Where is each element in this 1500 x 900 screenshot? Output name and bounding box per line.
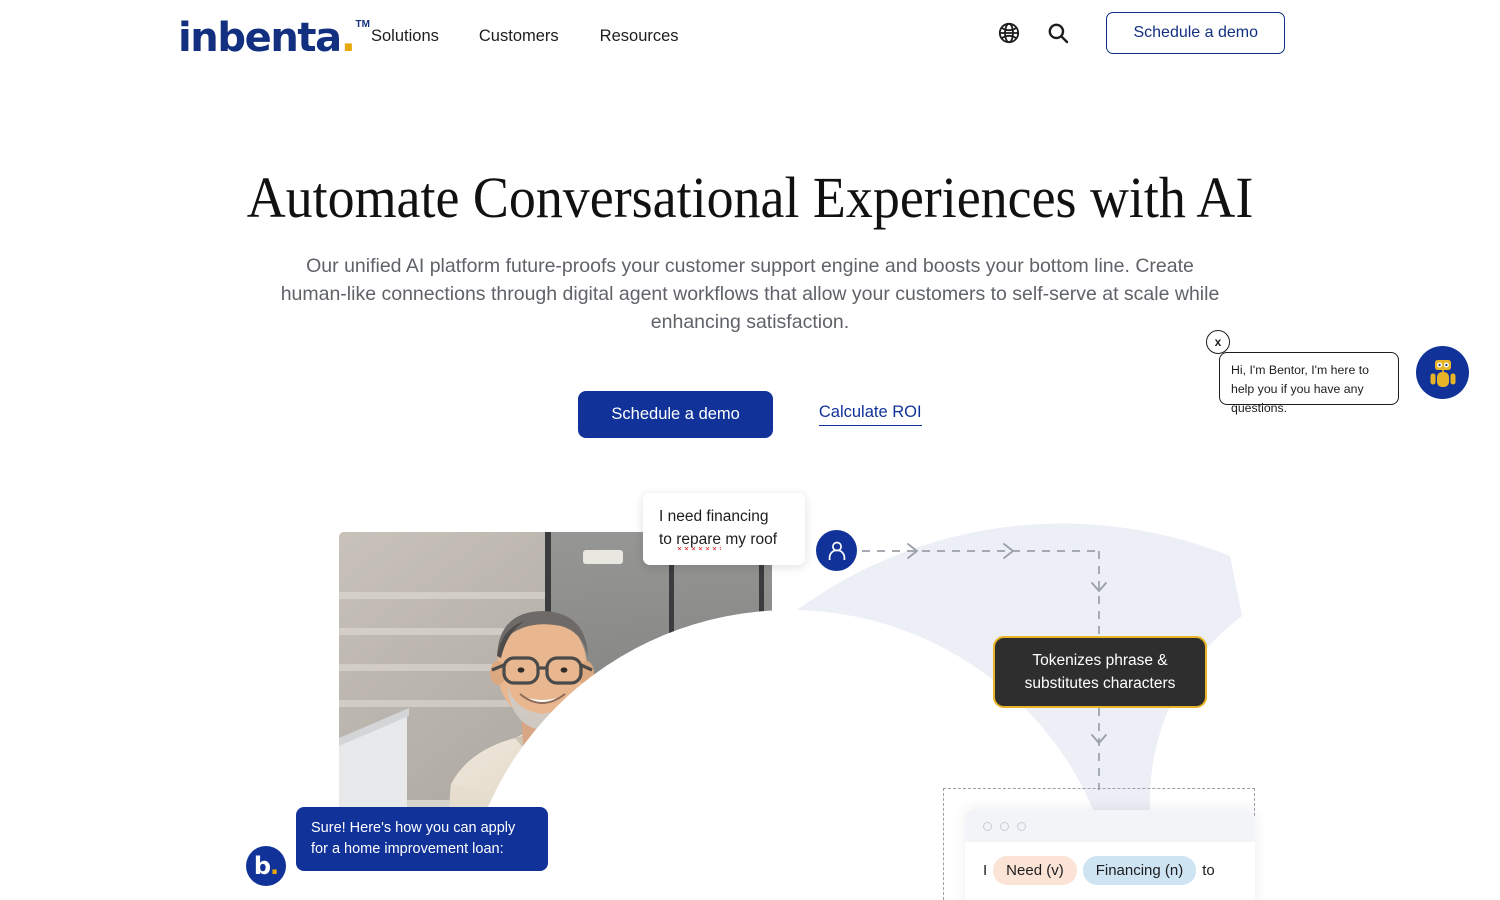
user-message-line-2: to repare my roof	[659, 528, 789, 551]
bot-message-bubble: Sure! Here's how you can apply for a hom…	[296, 807, 548, 871]
token-suffix: to	[1202, 862, 1215, 879]
token-prefix: I	[983, 862, 988, 879]
inbenta-logo[interactable]: inbenta. TM	[178, 18, 370, 58]
token-pill-verb: Need (v)	[993, 856, 1077, 885]
tokenizer-tooltip: Tokenizes phrase & substitutes character…	[993, 636, 1207, 708]
hero-illustration: I need financing to repare my roof Token…	[0, 470, 1500, 900]
misspelled-word: repare	[676, 531, 722, 548]
main-nav: Solutions Customers Resources	[371, 27, 679, 46]
globe-icon[interactable]	[997, 21, 1021, 45]
user-message-bubble: I need financing to repare my roof	[643, 493, 805, 565]
page-title: Automate Conversational Experiences with…	[246, 165, 1254, 230]
bot-avatar: b.	[246, 846, 286, 886]
header-actions: Schedule a demo	[997, 12, 1500, 54]
browser-dot-1	[983, 821, 992, 831]
search-icon[interactable]	[1047, 22, 1069, 44]
bot-avatar-dot: .	[270, 852, 279, 880]
page-root: inbenta. TM Solutions Customers Resource…	[0, 0, 1500, 900]
hero-subtitle: Our unified AI platform future-proofs yo…	[280, 255, 1220, 333]
site-header: inbenta. TM Solutions Customers Resource…	[0, 0, 1500, 73]
browser-titlebar	[965, 810, 1255, 842]
chat-widget-close-button[interactable]: x	[1206, 330, 1230, 354]
logo-dot: .	[340, 15, 356, 61]
user-avatar	[816, 530, 857, 571]
user-message-suffix: my roof	[721, 531, 778, 548]
user-message-prefix: to	[659, 531, 677, 548]
browser-mockup: I Need (v) Financing (n) to	[965, 810, 1255, 900]
nav-item-customers[interactable]: Customers	[479, 27, 559, 46]
arrow-chevron-2	[1003, 543, 1014, 559]
bot-avatar-letter: b	[253, 852, 271, 880]
hero-schedule-demo-button[interactable]: Schedule a demo	[578, 391, 773, 438]
user-message-line-1: I need financing	[659, 508, 769, 525]
token-row: I Need (v) Financing (n) to	[965, 842, 1255, 885]
token-pill-noun: Financing (n)	[1082, 856, 1197, 885]
calculate-roi-link[interactable]: Calculate ROI	[818, 403, 922, 426]
browser-dot-3	[1017, 821, 1026, 831]
nav-item-solutions[interactable]: Solutions	[371, 27, 439, 46]
browser-dot-2	[1000, 821, 1009, 831]
chat-widget-greeting: Hi, I'm Bentor, I'm here to help you if …	[1219, 352, 1399, 415]
logo-wordmark: inbenta.	[178, 15, 356, 61]
header-schedule-demo-button[interactable]: Schedule a demo	[1106, 12, 1285, 54]
robot-icon	[1430, 359, 1455, 387]
chat-widget-launcher[interactable]	[1416, 346, 1469, 399]
nav-item-resources[interactable]: Resources	[600, 27, 679, 46]
logo-trademark: TM	[355, 19, 370, 30]
person-icon	[828, 541, 845, 560]
